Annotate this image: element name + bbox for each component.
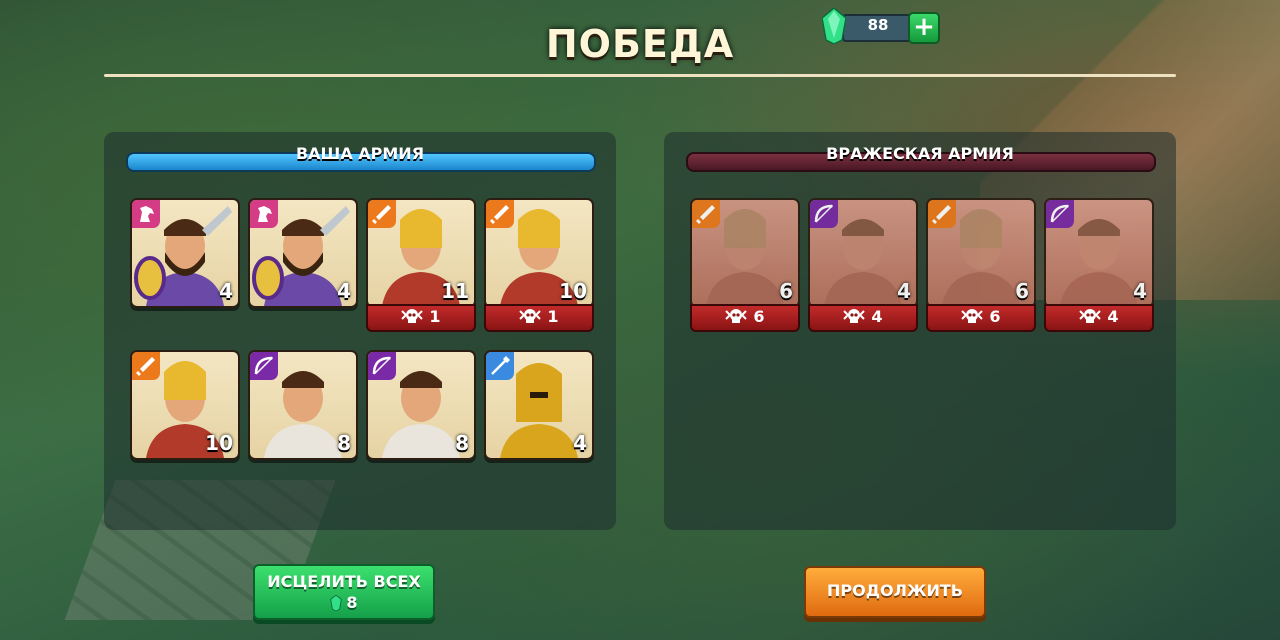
sword-icon bbox=[692, 200, 720, 228]
enemy-unit-card-4[interactable]: 4 bbox=[1044, 198, 1154, 308]
bow-icon bbox=[1046, 200, 1074, 228]
skull-icon bbox=[1079, 309, 1102, 323]
unit-card-6[interactable]: 8 bbox=[248, 350, 358, 460]
unit-count: 8 bbox=[337, 431, 351, 455]
unit-count: 10 bbox=[205, 431, 233, 455]
emerald-gem-icon bbox=[330, 595, 343, 611]
bow-icon bbox=[810, 200, 838, 228]
losses-badge: 6 bbox=[926, 304, 1036, 332]
skull-icon bbox=[519, 309, 542, 323]
unit-count: 4 bbox=[1133, 279, 1147, 303]
skull-icon bbox=[401, 309, 424, 323]
unit-count: 6 bbox=[1015, 279, 1029, 303]
spear-icon bbox=[486, 352, 514, 380]
enemy-army-label: ВРАЖЕСКАЯ АРМИЯ bbox=[826, 144, 1014, 163]
unit-card-8[interactable]: 4 bbox=[484, 350, 594, 460]
page-title: ПОБЕДА bbox=[545, 22, 735, 66]
losses-badge: 4 bbox=[1044, 304, 1154, 332]
gem-counter: 88 + bbox=[820, 8, 940, 44]
losses-badge: 1 bbox=[366, 304, 476, 332]
gem-count: 88 bbox=[867, 16, 889, 34]
unit-count: 11 bbox=[441, 279, 469, 303]
unit-card-7[interactable]: 8 bbox=[366, 350, 476, 460]
losses-count: 1 bbox=[429, 307, 441, 326]
heal-cost-value: 8 bbox=[346, 593, 358, 612]
heal-all-label: ИСЦЕЛИТЬ ВСЕХ bbox=[267, 572, 421, 591]
unit-count: 10 bbox=[559, 279, 587, 303]
unit-card-4[interactable]: 10 bbox=[484, 198, 594, 308]
sword-icon bbox=[486, 200, 514, 228]
horse-icon bbox=[250, 200, 278, 228]
unit-card-1[interactable]: 4 bbox=[130, 198, 240, 308]
unit-card-3[interactable]: 11 bbox=[366, 198, 476, 308]
losses-count: 1 bbox=[547, 307, 559, 326]
skull-icon bbox=[843, 309, 866, 323]
unit-card-2[interactable]: 4 bbox=[248, 198, 358, 308]
unit-count: 4 bbox=[219, 279, 233, 303]
bow-icon bbox=[250, 352, 278, 380]
unit-count: 4 bbox=[337, 279, 351, 303]
enemy-unit-card-1[interactable]: 6 bbox=[690, 198, 800, 308]
unit-count: 6 bbox=[779, 279, 793, 303]
enemy-unit-card-3[interactable]: 6 bbox=[926, 198, 1036, 308]
losses-count: 6 bbox=[753, 307, 765, 326]
sword-icon bbox=[928, 200, 956, 228]
plus-icon[interactable]: + bbox=[908, 12, 940, 44]
continue-button[interactable]: ПРОДОЛЖИТЬ bbox=[804, 566, 986, 618]
losses-badge: 6 bbox=[690, 304, 800, 332]
unit-count: 8 bbox=[455, 431, 469, 455]
unit-count: 4 bbox=[573, 431, 587, 455]
losses-count: 6 bbox=[989, 307, 1001, 326]
enemy-unit-card-2[interactable]: 4 bbox=[808, 198, 918, 308]
skull-icon bbox=[725, 309, 748, 323]
heal-cost: 8 bbox=[255, 593, 433, 612]
losses-badge: 4 bbox=[808, 304, 918, 332]
skull-icon bbox=[961, 309, 984, 323]
title-divider bbox=[104, 74, 1176, 77]
losses-count: 4 bbox=[1107, 307, 1119, 326]
horse-icon bbox=[132, 200, 160, 228]
losses-count: 4 bbox=[871, 307, 883, 326]
sword-icon bbox=[132, 352, 160, 380]
losses-badge: 1 bbox=[484, 304, 594, 332]
your-army-label: ВАША АРМИЯ bbox=[295, 144, 425, 163]
sword-icon bbox=[368, 200, 396, 228]
unit-count: 4 bbox=[897, 279, 911, 303]
bow-icon bbox=[368, 352, 396, 380]
heal-all-button[interactable]: ИСЦЕЛИТЬ ВСЕХ 8 bbox=[253, 564, 435, 620]
unit-card-5[interactable]: 10 bbox=[130, 350, 240, 460]
